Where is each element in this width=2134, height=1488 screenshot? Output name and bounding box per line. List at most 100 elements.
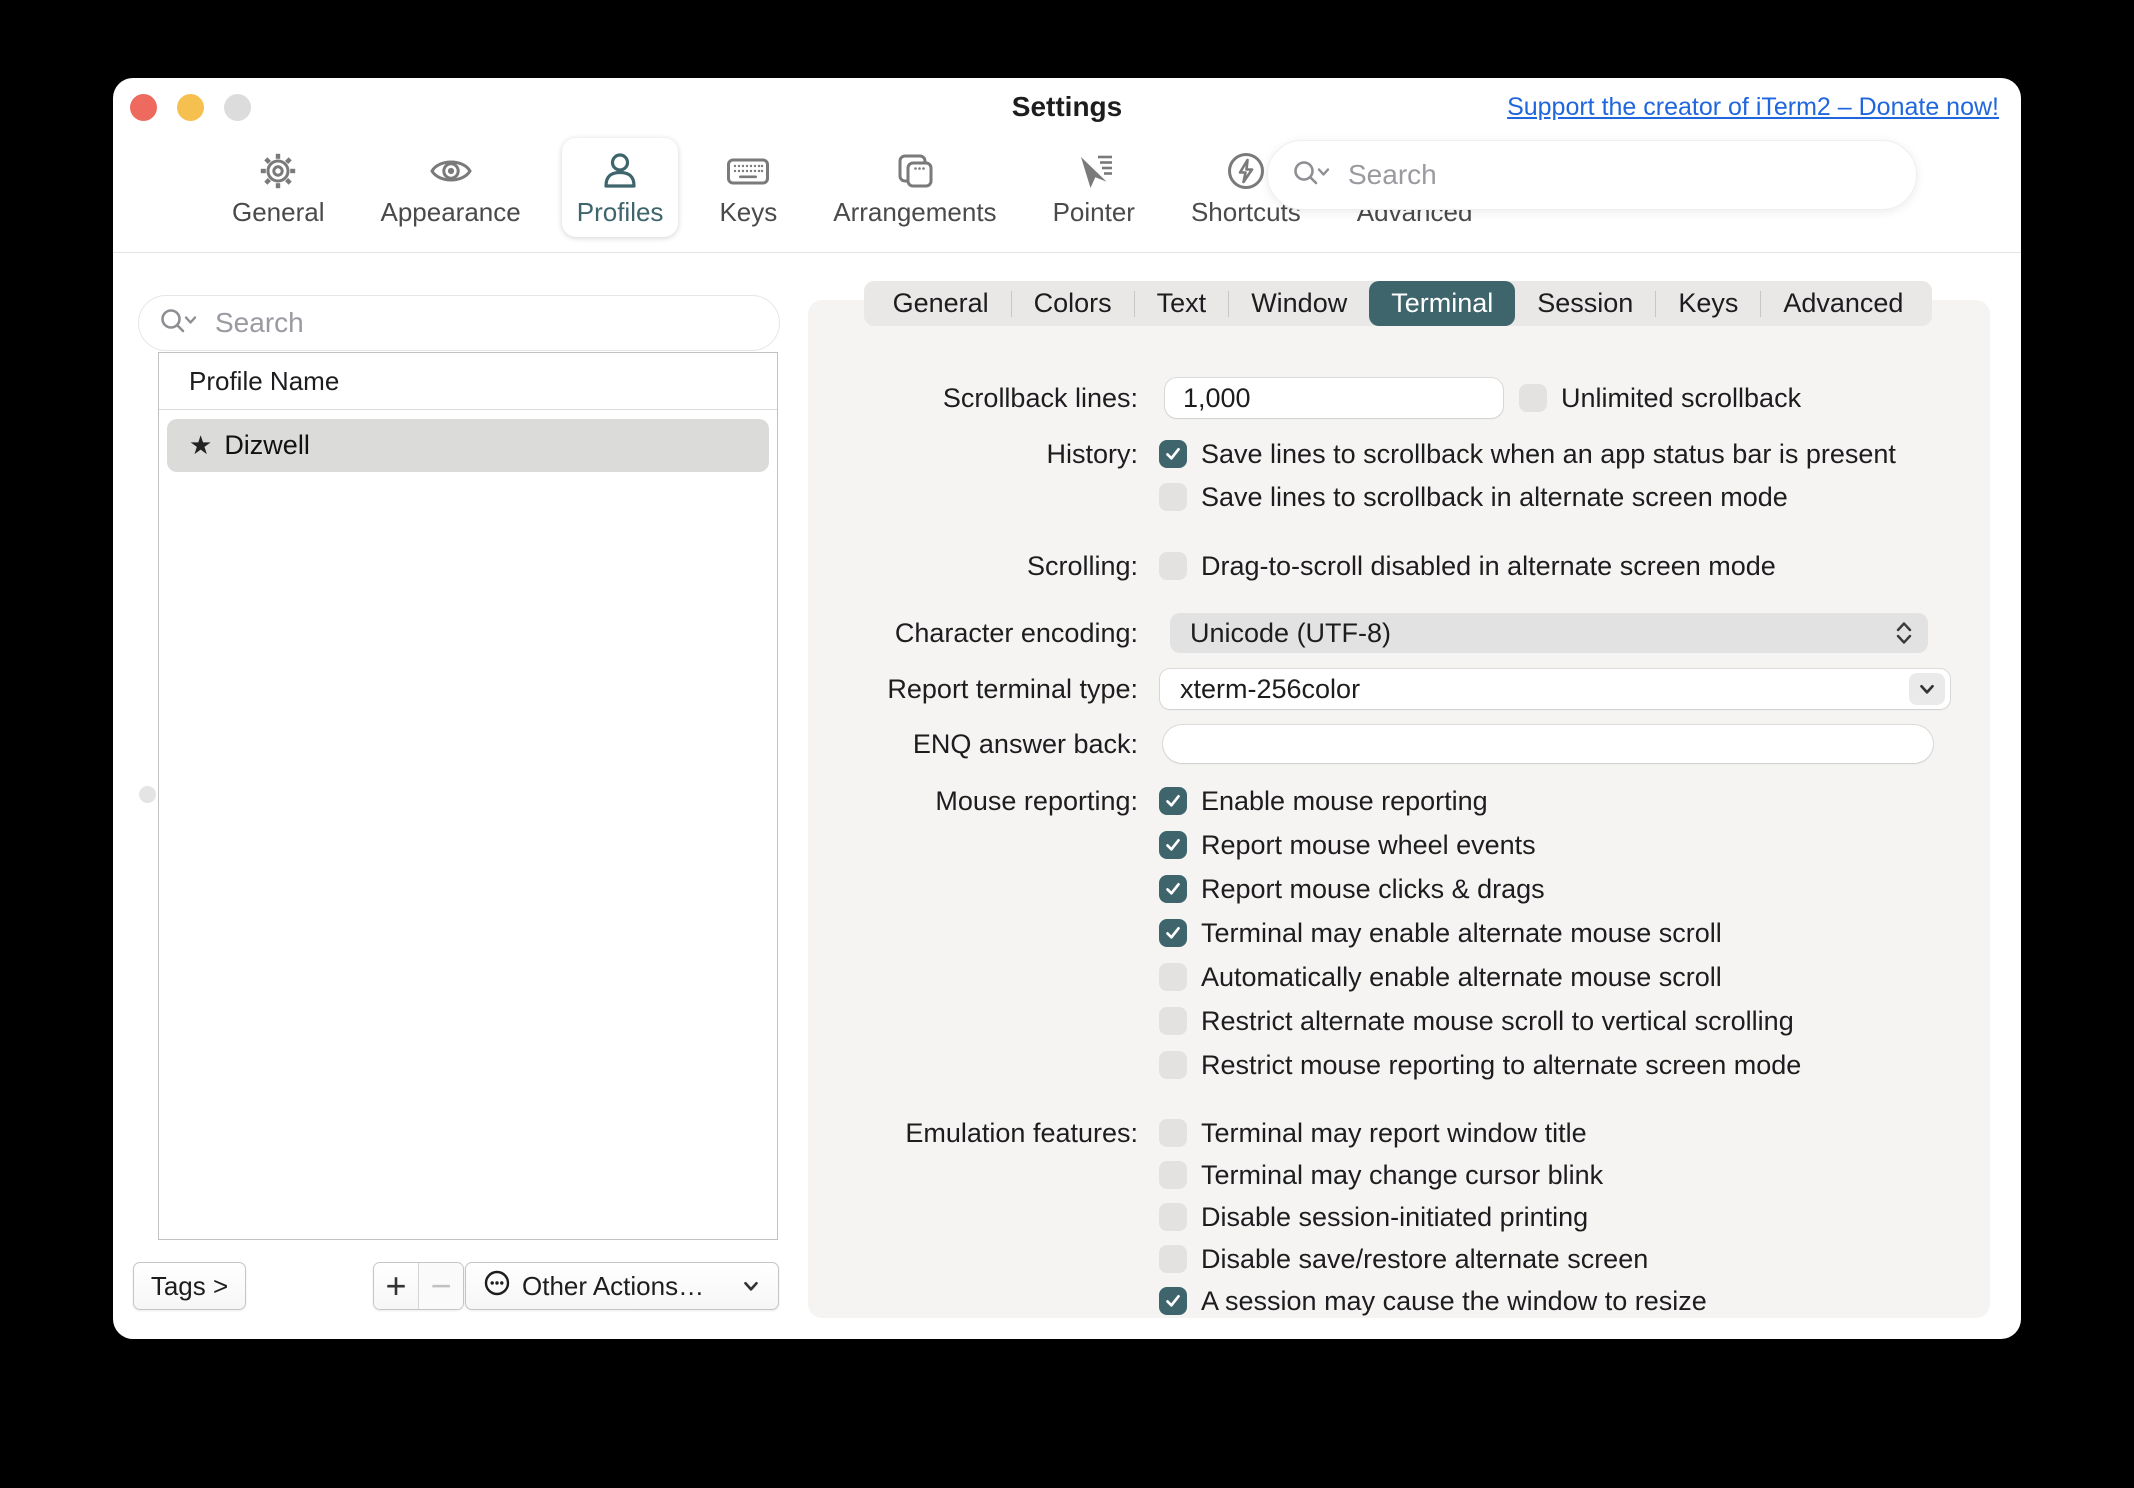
checkbox-row-mouse-3[interactable]: Terminal may enable alternate mouse scro… <box>1159 919 1722 947</box>
checkbox-label: Report mouse clicks & drags <box>1201 875 1545 903</box>
settings-window: Settings Support the creator of iTerm2 –… <box>113 78 2021 1339</box>
profile-search-input[interactable] <box>213 306 759 340</box>
checkbox-row-emulation-0[interactable]: Terminal may report window title <box>1159 1119 1587 1147</box>
toolbar-item-general[interactable]: General <box>217 138 340 237</box>
toolbar-item-label: Keys <box>719 198 777 226</box>
checkbox-checked[interactable] <box>1159 919 1187 947</box>
checkbox-label: A session may cause the window to resize <box>1201 1287 1707 1315</box>
checkbox-unchecked[interactable] <box>1519 384 1547 412</box>
checkbox-label: Unlimited scrollback <box>1561 384 1801 412</box>
screen: { "window": { "title": "Settings", "dona… <box>0 0 2134 1488</box>
checkbox-checked[interactable] <box>1159 831 1187 859</box>
checkbox-unchecked[interactable] <box>1159 1161 1187 1189</box>
tab-advanced[interactable]: Advanced <box>1761 281 1925 326</box>
checkbox-unchecked[interactable] <box>1159 1007 1187 1035</box>
checkbox-unchecked[interactable] <box>1159 1119 1187 1147</box>
profile-list: Profile Name ★Dizwell <box>158 352 778 1240</box>
checkbox-row-mouse-0[interactable]: Enable mouse reporting <box>1159 787 1488 815</box>
toolbar-item-label: Appearance <box>381 198 521 226</box>
checkbox-checked[interactable] <box>1159 1287 1187 1315</box>
terminal-type-value: xterm-256color <box>1180 674 1360 705</box>
toolbar-search-field[interactable] <box>1267 140 1917 210</box>
tab-session[interactable]: Session <box>1515 281 1655 326</box>
toolbar-item-label: Arrangements <box>833 198 996 226</box>
tab-terminal[interactable]: Terminal <box>1369 281 1515 326</box>
enq-input[interactable] <box>1179 728 1917 761</box>
section-label-encoding: Character encoding: <box>808 613 1138 653</box>
donate-link[interactable]: Support the creator of iTerm2 – Donate n… <box>1507 93 1999 122</box>
chevron-down-icon[interactable] <box>1909 673 1945 705</box>
checkbox-checked[interactable] <box>1159 787 1187 815</box>
checkbox-unchecked[interactable] <box>1159 963 1187 991</box>
scrollback-lines-field[interactable] <box>1165 378 1503 418</box>
section-label-mouse: Mouse reporting: <box>808 787 1138 815</box>
checkbox-unchecked[interactable] <box>1159 483 1187 511</box>
checkbox-row-mouse-5[interactable]: Restrict alternate mouse scroll to verti… <box>1159 1007 1794 1035</box>
person-icon <box>598 147 642 195</box>
checkbox-row-emulation-1[interactable]: Terminal may change cursor blink <box>1159 1161 1603 1189</box>
checkbox-unchecked[interactable] <box>1159 1203 1187 1231</box>
checkbox-row-emulation-4[interactable]: A session may cause the window to resize <box>1159 1287 1707 1315</box>
checkbox-row-history-1[interactable]: Save lines to scrollback in alternate sc… <box>1159 483 1788 511</box>
eye-icon <box>429 147 473 195</box>
checkbox-row-mouse-1[interactable]: Report mouse wheel events <box>1159 831 1536 859</box>
tab-general[interactable]: General <box>871 281 1011 326</box>
checkbox-row-mouse-2[interactable]: Report mouse clicks & drags <box>1159 875 1545 903</box>
toolbar-item-pointer[interactable]: Pointer <box>1038 138 1150 237</box>
keyboard-icon <box>726 147 770 195</box>
add-profile-button[interactable]: + <box>374 1263 418 1309</box>
checkbox-checked[interactable] <box>1159 875 1187 903</box>
remove-profile-button: − <box>418 1263 463 1309</box>
profile-search-field[interactable] <box>138 295 780 351</box>
profile-list-header: Profile Name <box>159 353 777 410</box>
windows-icon <box>893 147 937 195</box>
tab-colors[interactable]: Colors <box>1012 281 1134 326</box>
checkbox-row-mouse-4[interactable]: Automatically enable alternate mouse scr… <box>1159 963 1722 991</box>
profile-name: Dizwell <box>224 430 310 461</box>
gear-icon <box>256 147 300 195</box>
encoding-popup[interactable]: Unicode (UTF-8) <box>1170 613 1928 653</box>
checkbox-label: Enable mouse reporting <box>1201 787 1488 815</box>
search-icon <box>159 306 201 341</box>
terminal-settings-panel: Scrollback lines: Unlimited scrollback His… <box>808 300 1990 1318</box>
checkbox-label: Restrict alternate mouse scroll to verti… <box>1201 1007 1794 1035</box>
checkbox-row-mouse-6[interactable]: Restrict mouse reporting to alternate sc… <box>1159 1051 1801 1079</box>
toolbar-search-input[interactable] <box>1346 158 1892 192</box>
other-actions-dropdown[interactable]: Other Actions… <box>465 1262 779 1310</box>
tab-text[interactable]: Text <box>1135 281 1229 326</box>
checkbox-unchecked[interactable] <box>1159 1051 1187 1079</box>
tab-keys[interactable]: Keys <box>1656 281 1760 326</box>
checkbox-unchecked[interactable] <box>1159 552 1187 580</box>
checkbox-row-scrollback[interactable]: Unlimited scrollback <box>1519 384 1801 412</box>
checkbox-row-emulation-3[interactable]: Disable save/restore alternate screen <box>1159 1245 1648 1273</box>
tab-window[interactable]: Window <box>1229 281 1369 326</box>
checkbox-checked[interactable] <box>1159 440 1187 468</box>
checkbox-row-emulation-2[interactable]: Disable session-initiated printing <box>1159 1203 1588 1231</box>
toolbar-item-appearance[interactable]: Appearance <box>366 138 536 237</box>
toolbar-item-label: Profiles <box>577 198 664 226</box>
terminal-type-combo[interactable]: xterm-256color <box>1160 669 1950 709</box>
toolbar-item-arrangements[interactable]: Arrangements <box>818 138 1011 237</box>
section-label-history: History: <box>808 440 1138 468</box>
add-remove-group: + − <box>373 1262 464 1310</box>
profile-row[interactable]: ★Dizwell <box>167 419 769 472</box>
checkbox-row-history-0[interactable]: Save lines to scrollback when an app sta… <box>1159 440 1896 468</box>
section-label-scrollback: Scrollback lines: <box>808 378 1138 418</box>
splitter-handle[interactable] <box>139 786 156 803</box>
section-label-scrolling: Scrolling: <box>808 552 1138 580</box>
section-label-emulation: Emulation features: <box>808 1119 1138 1147</box>
tags-button[interactable]: Tags > <box>133 1262 246 1310</box>
toolbar-item-label: General <box>232 198 325 226</box>
checkbox-unchecked[interactable] <box>1159 1245 1187 1273</box>
profile-tab-bar: GeneralColorsTextWindowTerminalSessionKe… <box>864 281 1932 326</box>
checkbox-label: Restrict mouse reporting to alternate sc… <box>1201 1051 1801 1079</box>
checkbox-label: Save lines to scrollback in alternate sc… <box>1201 483 1788 511</box>
checkbox-label: Disable session-initiated printing <box>1201 1203 1588 1231</box>
toolbar-item-profiles[interactable]: Profiles <box>562 138 679 237</box>
checkbox-label: Terminal may report window title <box>1201 1119 1587 1147</box>
toolbar-item-keys[interactable]: Keys <box>704 138 792 237</box>
checkbox-label: Automatically enable alternate mouse scr… <box>1201 963 1722 991</box>
enq-field[interactable] <box>1163 725 1933 763</box>
checkbox-row-scrolling-0[interactable]: Drag-to-scroll disabled in alternate scr… <box>1159 552 1776 580</box>
scrollback-lines-input[interactable] <box>1181 382 1487 415</box>
